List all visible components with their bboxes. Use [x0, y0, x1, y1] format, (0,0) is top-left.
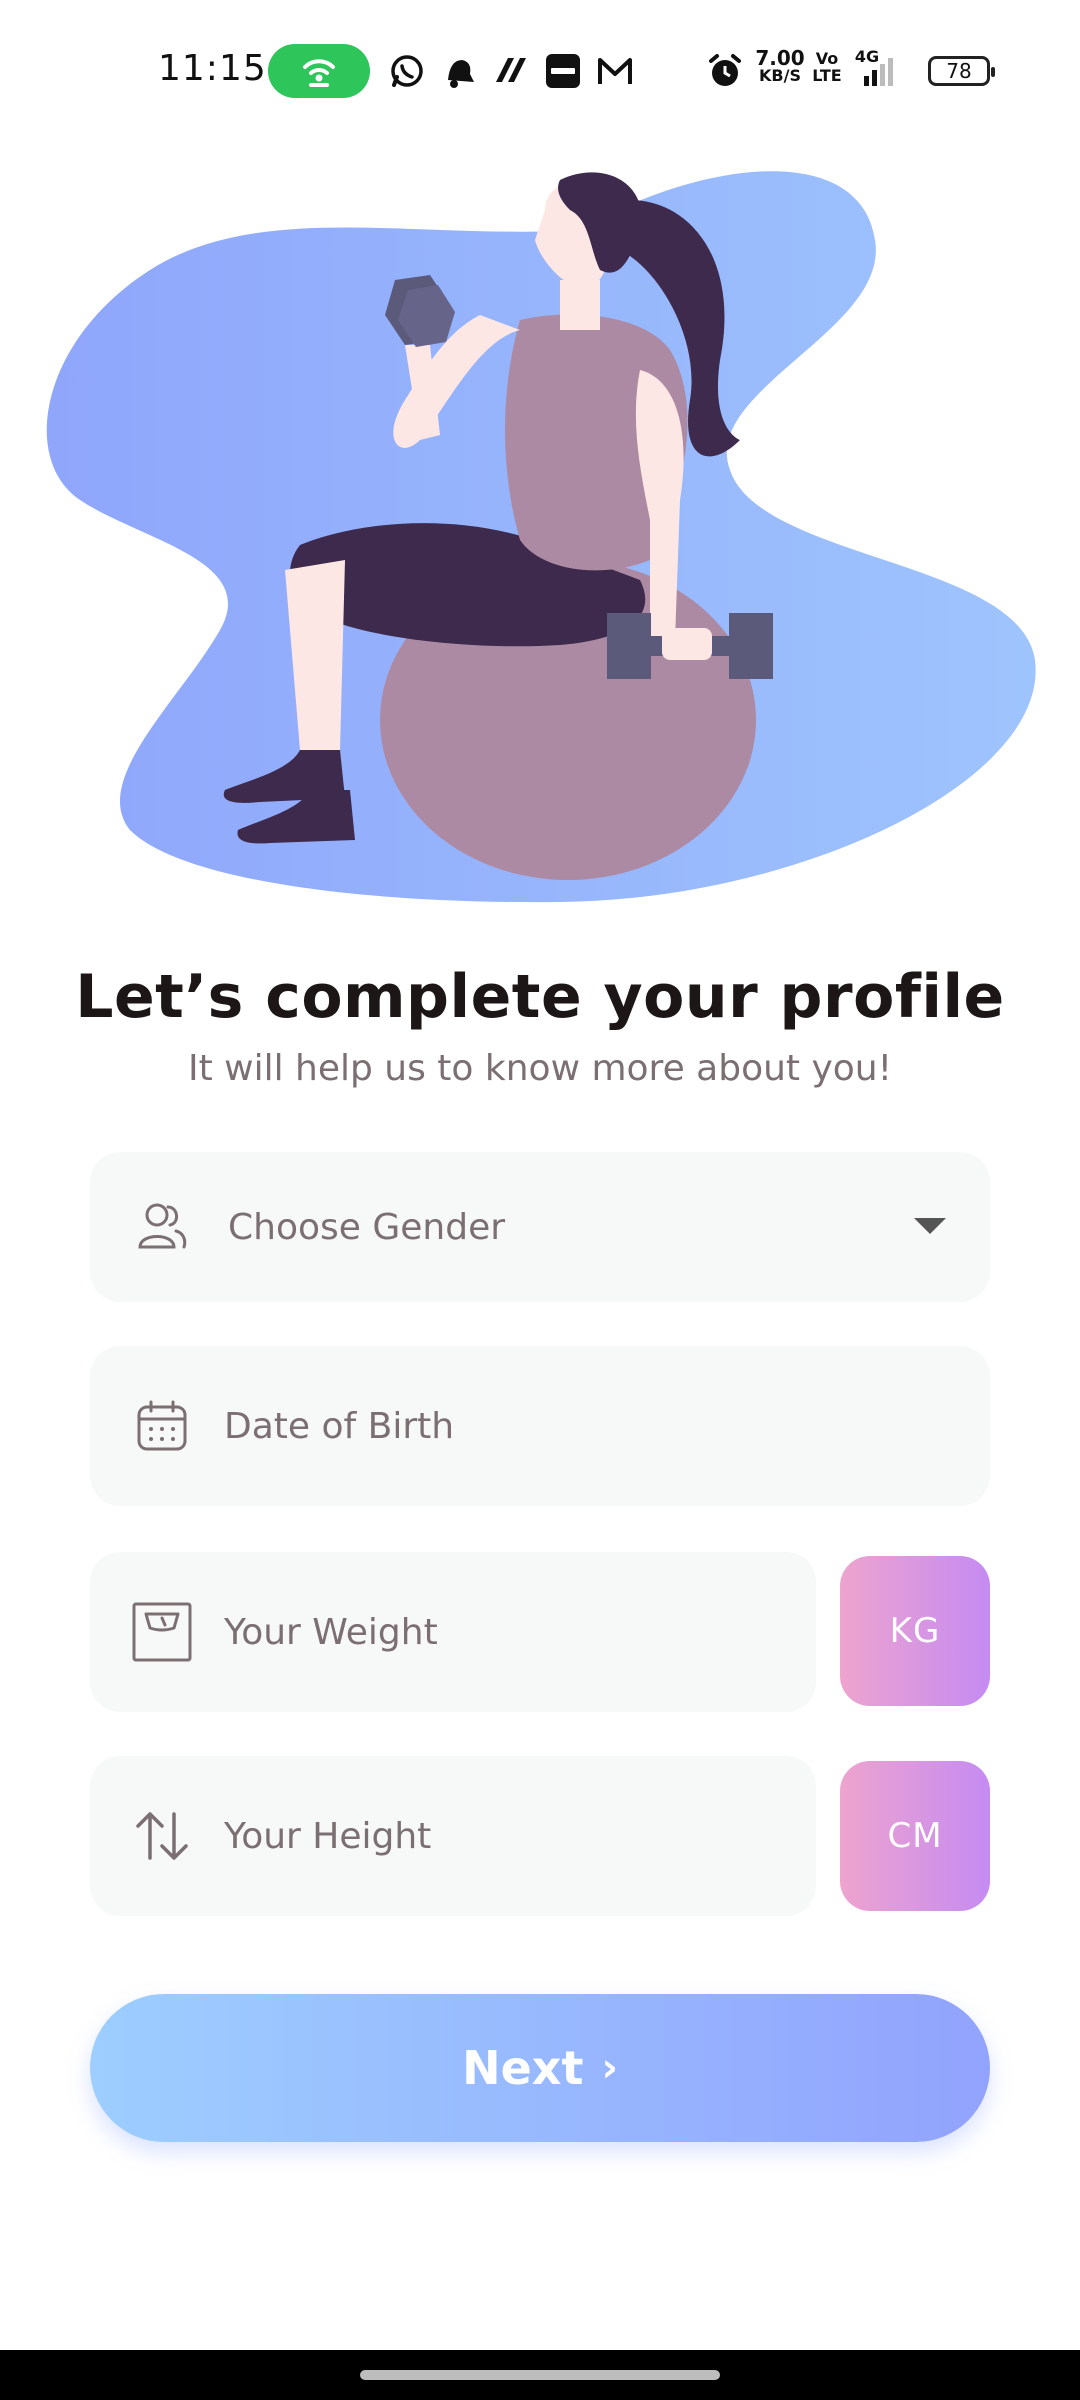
volte-top: Vo [815, 49, 839, 68]
weight-input[interactable]: Your Weight [90, 1552, 816, 1712]
page-title: Let’s complete your profile [75, 962, 1005, 1032]
net-speed: 7.00 KB/S [752, 46, 808, 85]
alarm-icon [706, 52, 744, 90]
gmail-icon [596, 52, 634, 90]
calendar-icon [130, 1394, 194, 1458]
chevron-right-icon: › [601, 2045, 618, 2091]
net-speed-unit: KB/S [759, 66, 801, 85]
app-icon [492, 52, 530, 90]
status-time: 11:15 [158, 48, 267, 89]
volte-bottom: LTE [812, 66, 842, 85]
next-button-label: Next [462, 2041, 584, 2095]
net-speed-value: 7.00 [755, 46, 805, 70]
weight-unit-button[interactable]: KG [840, 1556, 990, 1706]
height-unit-button[interactable]: CM [840, 1761, 990, 1911]
hotspot-icon[interactable] [268, 44, 370, 98]
paytm-icon [544, 52, 582, 90]
page-subtitle: It will help us to know more about you! [187, 1048, 893, 1089]
height-input[interactable]: Your Height [90, 1756, 816, 1916]
status-bar: 11:15 7.00 KB/S Vo LTE 4G 78 [0, 0, 1080, 140]
notification-bell-icon [440, 52, 478, 90]
dropdown-arrow-icon[interactable] [914, 1218, 946, 1234]
woman-exercising-on-ball-illustration [0, 140, 1080, 920]
battery-icon: 78 [928, 56, 995, 86]
volte-indicator: Vo LTE [812, 50, 842, 84]
gender-placeholder: Choose Gender [228, 1206, 506, 1248]
date-of-birth-field[interactable]: Date of Birth [90, 1346, 990, 1506]
battery-level: 78 [946, 59, 972, 83]
two-users-icon [130, 1195, 194, 1259]
whatsapp-icon [388, 52, 426, 90]
swap-vertical-icon [130, 1804, 194, 1868]
next-button[interactable]: Next › [90, 1994, 990, 2142]
signal-icon [862, 56, 900, 94]
height-placeholder: Your Height [224, 1815, 432, 1857]
weight-scale-icon [130, 1600, 194, 1664]
gender-select[interactable]: Choose Gender [90, 1152, 990, 1302]
weight-placeholder: Your Weight [224, 1611, 438, 1653]
system-nav-bar [0, 2350, 1080, 2400]
home-indicator[interactable] [360, 2370, 720, 2380]
date-of-birth-placeholder: Date of Birth [224, 1405, 455, 1447]
